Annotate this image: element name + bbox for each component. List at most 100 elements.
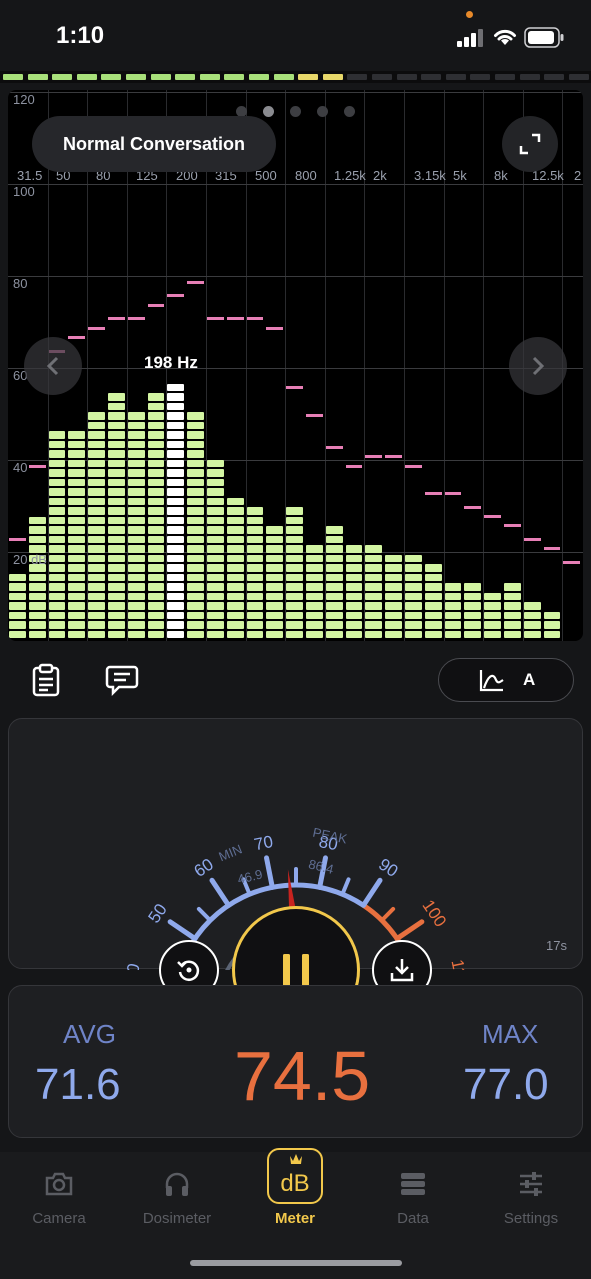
tab-camera[interactable]: Camera bbox=[4, 1164, 114, 1227]
spectrum-bar-segment bbox=[286, 621, 303, 629]
spectrum-peak-marker bbox=[187, 280, 204, 284]
spectrum-bar-segment bbox=[147, 431, 165, 439]
preset-title-button[interactable]: Normal Conversation bbox=[32, 116, 276, 172]
spectrum-bar-segment bbox=[325, 583, 343, 591]
sliders-icon bbox=[520, 1172, 542, 1196]
spectrum-bar-segment bbox=[167, 592, 185, 600]
spectrum-bar-segment bbox=[167, 526, 185, 534]
spectrum-bar-segment bbox=[444, 611, 462, 619]
spectrum-bar-segment bbox=[207, 516, 224, 524]
x-tick-label: 800 bbox=[295, 168, 317, 183]
spectrum-bar-segment bbox=[108, 488, 125, 496]
spectrum-bar-segment bbox=[246, 583, 264, 591]
spectrum-bar-segment bbox=[226, 535, 244, 543]
spectrum-bar-segment bbox=[88, 592, 105, 600]
spectrum-analyzer[interactable]: 120 100 80 60 40 20 dB 31.5 50 80 125 200 315 500 800… bbox=[8, 90, 583, 641]
spectrum-bar-segment bbox=[504, 592, 521, 600]
tab-meter[interactable]: dB Meter bbox=[240, 1148, 350, 1227]
spectrum-bar-segment bbox=[286, 611, 303, 619]
spectrum-bar-segment bbox=[127, 554, 145, 562]
level-segment bbox=[175, 74, 196, 80]
next-band-button[interactable] bbox=[509, 337, 567, 395]
spectrum-bar-segment bbox=[68, 621, 86, 629]
spectrum-bar-segment bbox=[187, 630, 204, 638]
spectrum-bar-segment bbox=[68, 459, 86, 467]
spectrum-bar-segment bbox=[405, 573, 422, 581]
spectrum-bar-segment bbox=[48, 431, 66, 439]
spectrum-bar-segment bbox=[464, 621, 482, 629]
spectrum-bar-segment bbox=[147, 554, 165, 562]
tab-data[interactable]: Data bbox=[358, 1164, 468, 1227]
spectrum-bar-segment bbox=[504, 611, 521, 619]
spectrum-bar-segment bbox=[464, 630, 482, 638]
spectrum-bar-segment bbox=[187, 469, 204, 477]
gauge-tick bbox=[209, 877, 232, 908]
level-segment bbox=[470, 74, 491, 80]
privacy-indicator-dot bbox=[466, 11, 473, 18]
weighting-selector[interactable]: A bbox=[438, 658, 574, 702]
spectrum-bar-segment bbox=[306, 592, 323, 600]
spectrum-bar-segment bbox=[246, 545, 264, 553]
spectrum-bar-segment bbox=[187, 488, 204, 496]
spectrum-peak-marker bbox=[365, 455, 383, 459]
spectrum-bar-segment bbox=[226, 592, 244, 600]
spectrum-bar-segment bbox=[444, 602, 462, 610]
spectrum-bar-segment bbox=[167, 535, 185, 543]
spectrum-bar-segment bbox=[28, 516, 46, 524]
spectrum-bar-segment bbox=[266, 535, 284, 543]
spectrum-bar-segment bbox=[543, 630, 561, 638]
spectrum-bar-segment bbox=[28, 630, 46, 638]
page-dot[interactable] bbox=[317, 106, 328, 117]
spectrum-bar-segment bbox=[28, 573, 46, 581]
spectrum-bar-segment bbox=[365, 583, 383, 591]
spectrum-bar-segment bbox=[424, 602, 442, 610]
page-dot-active[interactable] bbox=[263, 106, 274, 117]
spectrum-bar-segment bbox=[68, 611, 86, 619]
previous-band-button[interactable] bbox=[24, 337, 82, 395]
spectrum-bar-segment bbox=[464, 611, 482, 619]
spectrum-bar-segment bbox=[207, 602, 224, 610]
y-tick-label: 120 bbox=[13, 92, 35, 107]
spectrum-bar-segment bbox=[226, 526, 244, 534]
spectrum-bar-segment bbox=[127, 611, 145, 619]
spectrum-bar-segment bbox=[187, 621, 204, 629]
tab-settings[interactable]: Settings bbox=[476, 1164, 586, 1227]
spectrum-peak-marker bbox=[306, 414, 323, 417]
tab-dosimeter[interactable]: Dosimeter bbox=[122, 1164, 232, 1227]
spectrum-bar-segment bbox=[365, 554, 383, 562]
spectrum-bar-segment bbox=[504, 630, 521, 638]
spectrum-bar-segment bbox=[167, 450, 185, 458]
spectrum-bar-segment bbox=[306, 621, 323, 629]
spectrum-bar-segment bbox=[108, 469, 125, 477]
spectrum-bar-segment bbox=[167, 383, 185, 391]
elapsed-time: 17s bbox=[546, 938, 567, 953]
spectrum-bar-segment bbox=[88, 507, 105, 515]
db-meter-icon: dB bbox=[267, 1148, 323, 1204]
pause-icon bbox=[283, 954, 309, 986]
spectrum-bar-segment bbox=[127, 602, 145, 610]
spectrum-bar-segment bbox=[405, 554, 422, 562]
report-button[interactable] bbox=[28, 662, 64, 698]
page-dot[interactable] bbox=[290, 106, 301, 117]
x-tick-label: 8k bbox=[494, 168, 508, 183]
spectrum-bar-segment bbox=[68, 545, 86, 553]
spectrum-bar-segment bbox=[147, 621, 165, 629]
spectrum-bar-segment bbox=[325, 621, 343, 629]
spectrum-bar-segment bbox=[68, 488, 86, 496]
page-dot[interactable] bbox=[344, 106, 355, 117]
spectrum-bar-segment bbox=[108, 431, 125, 439]
spectrum-bar-segment bbox=[68, 554, 86, 562]
spectrum-bar-segment bbox=[88, 440, 105, 448]
spectrum-peak-marker bbox=[543, 547, 561, 551]
spectrum-bar-segment bbox=[325, 602, 343, 610]
spectrum-bar-segment bbox=[88, 583, 105, 591]
spectrum-bar-segment bbox=[167, 611, 185, 619]
spectrum-bar-segment bbox=[167, 602, 185, 610]
spectrum-bar-segment bbox=[207, 592, 224, 600]
spectrum-bar-segment bbox=[167, 554, 185, 562]
comment-button[interactable] bbox=[104, 662, 140, 698]
spectrum-bar-segment bbox=[484, 602, 501, 610]
spectrum-bar-segment bbox=[444, 621, 462, 629]
spectrum-bar-segment bbox=[523, 602, 541, 610]
fullscreen-button[interactable] bbox=[502, 116, 558, 172]
